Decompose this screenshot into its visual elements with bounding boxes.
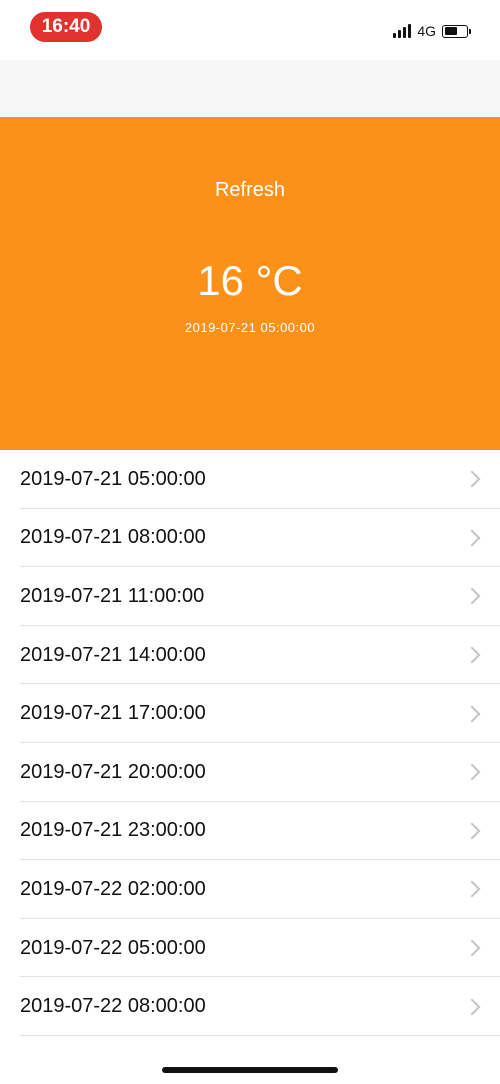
chevron-right-icon — [463, 587, 481, 605]
signal-icon — [393, 24, 412, 38]
list-item-label: 2019-07-21 23:00:00 — [20, 819, 206, 842]
forecast-list: 2019-07-21 05:00:00 2019-07-21 08:00:00 20… — [0, 450, 500, 1036]
list-item-label: 2019-07-21 14:00:00 — [20, 643, 206, 666]
status-bar: 16:40 4G — [0, 0, 500, 60]
list-item-label: 2019-07-22 02:00:00 — [20, 877, 206, 900]
chevron-right-icon — [463, 998, 481, 1016]
chevron-right-icon — [463, 939, 481, 957]
battery-icon — [442, 24, 471, 38]
navigation-bar — [0, 60, 500, 117]
chevron-right-icon — [463, 763, 481, 781]
temperature: 16 °C — [197, 257, 303, 304]
list-item[interactable]: 2019-07-21 11:00:00 — [0, 567, 500, 626]
list-item[interactable]: 2019-07-22 08:00:00 — [0, 977, 500, 1036]
list-item-label: 2019-07-22 08:00:00 — [20, 995, 206, 1018]
list-item[interactable]: 2019-07-21 14:00:00 — [0, 626, 500, 685]
weather-header: Refresh 16 °C 2019-07-21 05:00:00 — [0, 117, 500, 450]
list-item[interactable]: 2019-07-21 20:00:00 — [0, 743, 500, 802]
list-item-label: 2019-07-21 11:00:00 — [20, 584, 205, 607]
list-item[interactable]: 2019-07-22 05:00:00 — [0, 919, 500, 978]
list-item[interactable]: 2019-07-21 05:00:00 — [0, 450, 500, 509]
chevron-right-icon — [463, 470, 481, 488]
status-time: 16:40 — [30, 12, 102, 42]
chevron-right-icon — [463, 880, 481, 898]
chevron-right-icon — [463, 646, 481, 664]
list-item-label: 2019-07-22 05:00:00 — [20, 936, 206, 959]
network-type: 4G — [417, 23, 436, 39]
chevron-right-icon — [463, 529, 481, 547]
refresh-button[interactable]: Refresh — [0, 179, 500, 202]
list-item-label: 2019-07-21 05:00:00 — [20, 467, 206, 490]
list-item-label: 2019-07-21 08:00:00 — [20, 526, 206, 549]
list-item[interactable]: 2019-07-21 08:00:00 — [0, 509, 500, 568]
status-indicators: 4G — [393, 21, 471, 41]
list-item[interactable]: 2019-07-21 23:00:00 — [0, 802, 500, 861]
battery-fill — [444, 27, 457, 35]
list-item[interactable]: 2019-07-22 02:00:00 — [0, 860, 500, 919]
chevron-right-icon — [463, 705, 481, 723]
list-item[interactable]: 2019-07-21 17:00:00 — [0, 684, 500, 743]
chevron-right-icon — [463, 822, 481, 840]
home-indicator[interactable] — [162, 1067, 338, 1073]
list-item-label: 2019-07-21 20:00:00 — [20, 760, 206, 783]
current-timestamp: 2019-07-21 05:00:00 — [184, 320, 316, 335]
list-item-label: 2019-07-21 17:00:00 — [20, 702, 206, 725]
